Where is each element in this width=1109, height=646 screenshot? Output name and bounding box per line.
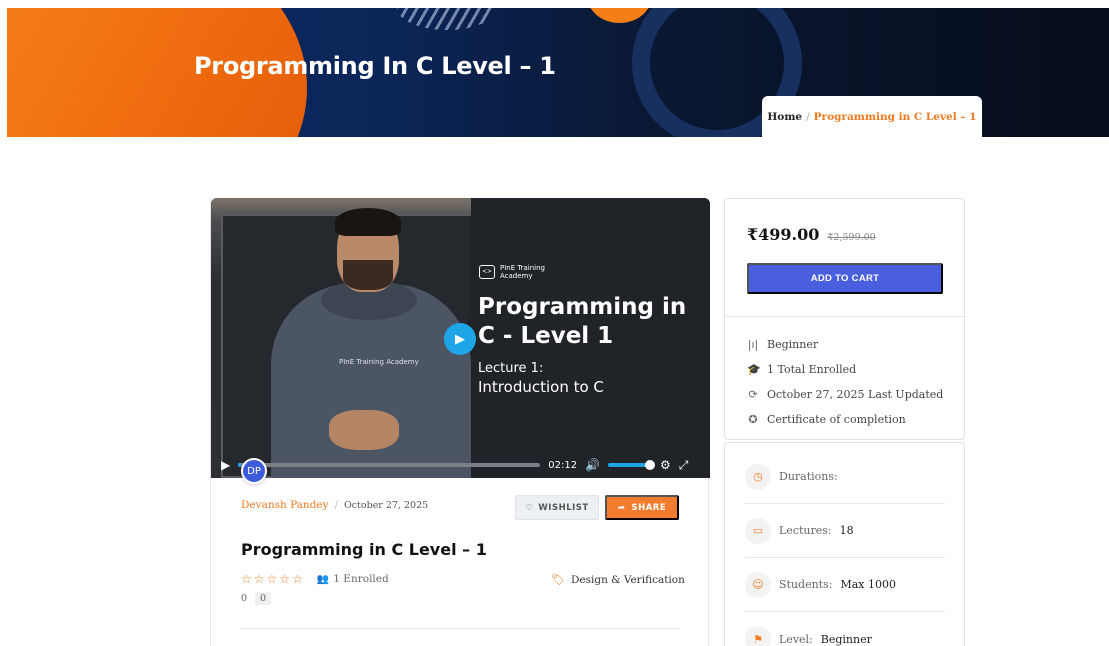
graduation-cap-icon: 🎓 [747,363,761,376]
course-details-card: ◷ Durations: ▭ Lectures: 18 ☺ Students: … [724,442,965,646]
feature-text: October 27, 2025 Last Updated [767,388,944,401]
heart-icon: ♡ [525,502,534,513]
folder-icon: ▭ [745,517,771,544]
enrolled-text: 1 Enrolled [333,573,389,585]
video-title: Programming in C - Level 1 [478,294,687,349]
share-button[interactable]: ➦ SHARE [605,495,679,520]
feature-level: |ı| Beginner [747,332,943,357]
flag-icon: ⚑ [745,626,771,646]
course-features: |ı| Beginner 🎓 1 Total Enrolled ⟳ Octobe… [747,332,943,432]
enrolled-count: 👥 1 Enrolled [317,573,389,585]
rating-count-box: 0 [255,592,272,605]
feature-updated: ⟳ October 27, 2025 Last Updated [747,382,943,407]
play-icon: ▶ [455,331,465,347]
detail-label: Lectures: [779,524,832,537]
volume-knob[interactable] [645,460,656,470]
current-price: ₹499.00 [747,225,820,244]
detail-value: 18 [839,524,854,537]
detail-level: ⚑ Level: Beginner [745,612,945,646]
publish-date: October 27, 2025 [343,499,429,511]
breadcrumb-home-link[interactable]: Home [767,111,802,123]
breadcrumb: Home / Programming in C Level – 1 [762,96,982,137]
detail-lectures: ▭ Lectures: 18 [745,504,945,558]
video-progress-bar[interactable] [238,463,541,467]
star-empty-icon: ☆ [253,572,265,586]
video-controls: ▶ 02:12 🔊 ⚙ ⤢ [211,452,710,478]
star-empty-icon: ☆ [279,572,291,586]
presenter-beard [343,260,393,290]
video-player[interactable]: PInE Training Academy <> PInE Training A… [211,198,710,478]
breadcrumb-separator: / [806,110,810,123]
feature-enrolled: 🎓 1 Total Enrolled [747,357,943,382]
academy-logo-icon: <> [479,265,495,279]
detail-duration: ◷ Durations: [745,450,945,504]
feature-certificate: ✪ Certificate of completion [747,407,943,432]
star-empty-icon: ☆ [266,572,278,586]
level-icon: |ı| [747,338,759,351]
share-icon: ➦ [617,502,626,513]
video-time: 02:12 [548,459,578,471]
users-icon: 👥 [316,573,330,585]
volume-icon[interactable]: 🔊 [585,458,600,472]
original-price: ₹2,599.00 [827,232,876,243]
author-meta: Devansh Pandey / October 27, 2025 [241,499,428,511]
course-category[interactable]: 🏷 Design & Verification [551,573,685,586]
volume-slider[interactable] [608,460,656,470]
feature-text: Certificate of completion [767,413,906,426]
price-card: ₹499.00 ₹2,599.00 ADD TO CART |ı| Beginn… [724,198,965,440]
price-card-divider [725,316,964,317]
author-avatar: DP [241,458,267,484]
certificate-icon: ✪ [748,413,758,426]
feature-text: Beginner [767,338,819,351]
detail-value: Beginner [820,632,872,646]
price-row: ₹499.00 ₹2,599.00 [747,225,876,244]
detail-value: Max 1000 [840,578,896,591]
rating-count-row: 0 0 [241,592,272,605]
course-title: Programming in C Level – 1 [241,540,487,559]
course-main-card: PInE Training Academy <> PInE Training A… [210,198,710,646]
video-lecture-label: Lecture 1: [478,361,544,376]
video-brand: <> PInE Training Academy [479,264,545,280]
rating-value: 0 [241,593,248,604]
fullscreen-icon[interactable]: ⤢ [679,458,689,473]
feature-text: 1 Total Enrolled [767,363,857,376]
author-name-link[interactable]: Devansh Pandey [241,499,329,511]
page-title: Programming In C Level – 1 [194,52,556,80]
share-label: SHARE [631,502,667,513]
video-topic: Introduction to C [478,378,604,396]
play-overlay-button[interactable]: ▶ [444,323,476,355]
play-button-icon[interactable]: ▶ [221,458,230,472]
detail-students: ☺ Students: Max 1000 [745,558,945,612]
category-text: Design & Verification [570,573,685,586]
wishlist-button[interactable]: ♡ WISHLIST [515,495,599,520]
meta-separator: / [334,499,338,511]
detail-label: Students: [779,578,833,591]
settings-gear-icon[interactable]: ⚙ [660,458,671,472]
presenter-hair [335,208,401,236]
section-divider [241,628,679,629]
add-to-cart-button[interactable]: ADD TO CART [747,263,943,294]
star-empty-icon: ☆ [292,572,303,586]
wishlist-label: WISHLIST [538,502,589,513]
detail-label: Durations: [779,470,838,483]
star-empty-icon: ☆ [241,572,252,586]
breadcrumb-current: Programming in C Level – 1 [813,110,977,123]
presenter-hoodie-logo: PInE Training Academy [339,358,419,366]
refresh-icon: ⟳ [748,388,758,401]
clock-icon: ◷ [745,463,771,490]
detail-label: Level: [779,632,813,646]
presenter-hands [329,410,399,450]
brand-line-1: PInE Training [500,264,545,272]
rating-row: ☆ ☆ ☆ ☆ ☆ 👥 1 Enrolled [241,572,389,586]
brand-line-2: Academy [500,272,533,280]
user-icon: ☺ [745,571,771,598]
tag-icon: 🏷 [551,573,565,586]
